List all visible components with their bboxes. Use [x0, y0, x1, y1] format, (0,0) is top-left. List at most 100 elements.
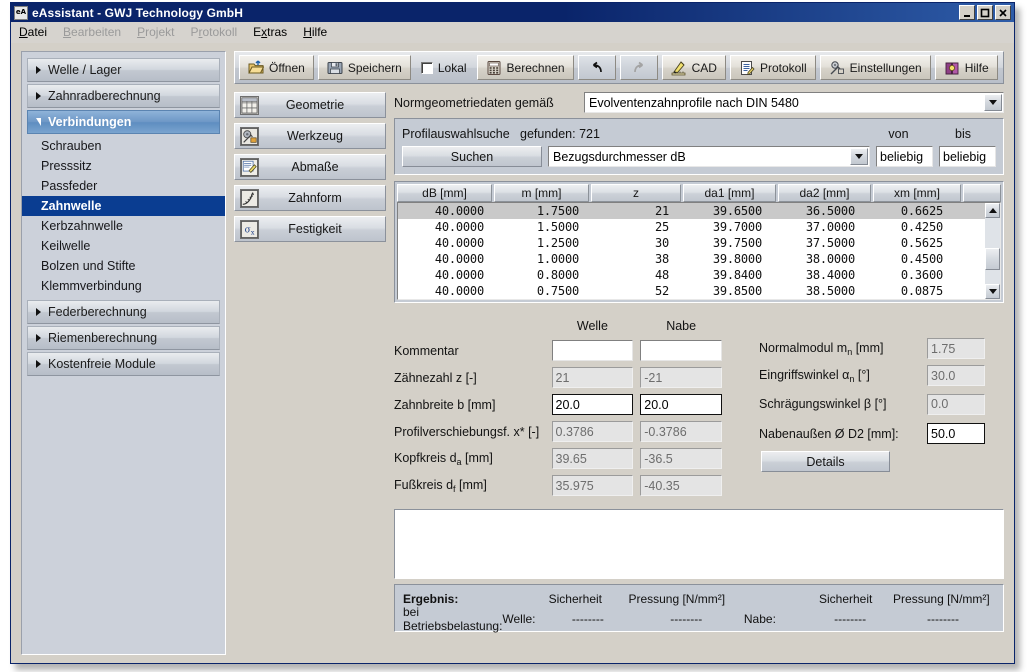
sidebar-item-kerbzahnwelle[interactable]: Kerbzahnwelle — [27, 216, 220, 236]
checkbox-icon[interactable] — [421, 62, 433, 74]
details-button[interactable]: Details — [761, 451, 890, 472]
sidebar-group-kostenfreie-module[interactable]: Kostenfreie Module — [27, 352, 220, 376]
zahnbreite-nabe-input[interactable]: 20.0 — [640, 394, 722, 415]
close-icon[interactable] — [995, 5, 1011, 20]
main-area: Öffnen Speichern Lokal — [234, 51, 1004, 655]
column-header-da1[interactable]: da1 [mm] — [683, 184, 776, 202]
local-checkbox[interactable]: Lokal — [415, 61, 473, 75]
table-row[interactable]: 40.00001.00003839.800038.00000.4500 — [398, 251, 985, 267]
column-header-z[interactable]: z — [591, 184, 681, 202]
settings-button[interactable]: Einstellungen — [820, 55, 931, 80]
kommentar-nabe-input[interactable] — [640, 340, 722, 361]
sidebar-group-federberechnung[interactable]: Federberechnung — [27, 300, 220, 324]
chevron-right-icon — [36, 360, 41, 368]
undo-icon — [589, 60, 605, 76]
sidebar-item-klemmverbindung[interactable]: Klemmverbindung — [27, 276, 220, 296]
maximize-icon[interactable] — [977, 5, 993, 20]
table-row[interactable]: 40.00000.80004839.840038.40000.3600 — [398, 267, 985, 283]
scroll-thumb[interactable] — [985, 248, 1000, 270]
sidebar-group-riemenberechnung[interactable]: Riemenberechnung — [27, 326, 220, 350]
tab-festigkeit[interactable]: σ x Festigkeit — [234, 216, 386, 242]
table-scrollbar[interactable] — [985, 202, 1001, 300]
svg-text:σ: σ — [245, 225, 251, 235]
sidebar-group-label: Kostenfreie Module — [48, 357, 156, 371]
zaehnezahl-welle-input: 21 — [552, 367, 634, 388]
tab-column: Geometrie Werkzeug — [234, 90, 386, 655]
menu-protokoll[interactable]: Protokoll — [190, 24, 246, 40]
standard-label: Normgeometriedaten gemäß — [394, 96, 584, 110]
save-button[interactable]: Speichern — [318, 55, 411, 80]
kommentar-welle-input[interactable] — [552, 340, 634, 361]
row-kommentar: Kommentar — [394, 337, 729, 364]
table-row[interactable]: 40.00001.25003039.750037.50000.5625 — [398, 235, 985, 251]
search-controls-row: Suchen Bezugsdurchmesser dB beliebig bel… — [402, 146, 996, 167]
minimize-icon[interactable] — [959, 5, 975, 20]
table-row[interactable]: 40.00001.75002139.650036.50000.6625 — [398, 203, 985, 219]
open-button[interactable]: Öffnen — [239, 55, 314, 80]
sidebar-group-zahnradberechnung[interactable]: Zahnradberechnung — [27, 84, 220, 108]
column-header-blank[interactable] — [963, 184, 1001, 202]
sidebar-item-bolzen-und-stifte[interactable]: Bolzen und Stifte — [27, 256, 220, 276]
scroll-down-icon[interactable] — [985, 284, 1000, 299]
folder-open-icon — [248, 60, 264, 76]
sidebar-item-keilwelle[interactable]: Keilwelle — [27, 236, 220, 256]
menu-hilfe[interactable]: Hilfe — [303, 24, 336, 40]
result-nabe-label: Nabe: — [744, 612, 809, 626]
scroll-track[interactable] — [985, 218, 1000, 284]
help-button[interactable]: Hilfe — [935, 55, 998, 80]
result-nabe-safety: -------- — [809, 612, 891, 626]
cad-button[interactable]: CAD — [662, 55, 726, 80]
zahnbreite-welle-input[interactable]: 20.0 — [552, 394, 634, 415]
local-label: Lokal — [438, 61, 467, 75]
tab-geometrie[interactable]: Geometrie — [234, 92, 386, 118]
protocol-button[interactable]: Protokoll — [730, 55, 816, 80]
calculate-label: Berechnen — [507, 61, 565, 75]
column-header-nabe: Nabe — [640, 319, 722, 333]
sidebar-item-presssitz[interactable]: Presssitz — [27, 156, 220, 176]
menu-datei[interactable]: Datei — [19, 24, 56, 40]
result-title: Ergebnis: — [403, 592, 533, 606]
chevron-down-icon[interactable] — [850, 148, 868, 165]
scroll-up-icon[interactable] — [985, 203, 1000, 218]
menu-bearbeiten[interactable]: Bearbeiten — [63, 24, 130, 40]
tab-abmasse[interactable]: Abmaße — [234, 154, 386, 180]
to-input[interactable]: beliebig — [939, 146, 996, 167]
label-eingriffswinkel-tail: [°] — [854, 368, 869, 382]
nabenaussen-input[interactable]: 50.0 — [927, 423, 985, 444]
from-input[interactable]: beliebig — [876, 146, 933, 167]
column-header-welle: Welle — [552, 319, 634, 333]
search-header-row: Profilauswahlsuche gefunden: 721 von bis — [402, 124, 996, 143]
details-button-label: Details — [806, 455, 844, 469]
column-header-db[interactable]: dB [mm] — [397, 184, 492, 202]
undo-button[interactable] — [578, 55, 616, 80]
normalmodul-value: 1.75 — [931, 342, 955, 356]
menu-projekt[interactable]: Projekt — [137, 24, 183, 40]
sidebar-group-verbindungen[interactable]: Verbindungen — [27, 110, 220, 134]
search-criterion-combo[interactable]: Bezugsdurchmesser dB — [548, 146, 870, 167]
menu-extras[interactable]: Extras — [253, 24, 296, 40]
table-cell: 39.8000 — [678, 251, 771, 267]
message-box — [394, 509, 1004, 579]
sidebar-item-schrauben[interactable]: Schrauben — [27, 136, 220, 156]
sidebar-item-zahnwelle[interactable]: Zahnwelle — [22, 196, 225, 216]
column-header-da2[interactable]: da2 [mm] — [778, 184, 871, 202]
column-header-m[interactable]: m [mm] — [494, 184, 589, 202]
table-row[interactable]: 40.00000.75005239.850038.50000.0875 — [398, 283, 985, 299]
search-button[interactable]: Suchen — [402, 146, 542, 167]
sidebar-item-passfeder[interactable]: Passfeder — [27, 176, 220, 196]
sidebar-group-welle-lager[interactable]: Welle / Lager — [27, 58, 220, 82]
table-header: dB [mm] m [mm] z da1 [mm] da2 [mm] xm [m… — [395, 182, 1003, 202]
column-header-xm[interactable]: xm [mm] — [873, 184, 961, 202]
calculate-button[interactable]: Berechnen — [477, 55, 574, 80]
chevron-down-icon[interactable] — [984, 94, 1002, 111]
tab-werkzeug[interactable]: Werkzeug — [234, 123, 386, 149]
tab-zahnform[interactable]: Zahnform — [234, 185, 386, 211]
sidebar-group-label: Welle / Lager — [48, 63, 121, 77]
zaehnezahl-welle-value: 21 — [556, 371, 570, 385]
zaehnezahl-nabe-value: -21 — [644, 371, 662, 385]
parameters-form: Welle Nabe Kommentar Zähnezahl z [-] 21 — [394, 315, 1004, 499]
row-fusskreis: Fußkreis df [mm] 35.975 -40.35 — [394, 472, 729, 499]
table-cell: 48 — [588, 267, 678, 283]
standard-combo[interactable]: Evolventenzahnprofile nach DIN 5480 — [584, 92, 1004, 113]
table-row[interactable]: 40.00001.50002539.700037.00000.4250 — [398, 219, 985, 235]
